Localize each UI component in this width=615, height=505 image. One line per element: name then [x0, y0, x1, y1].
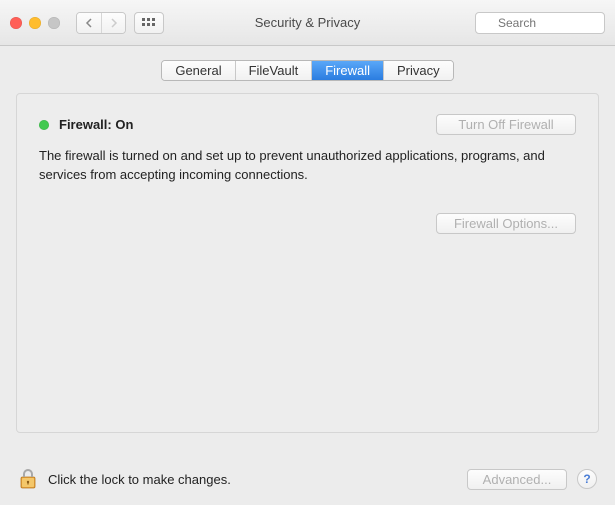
lock-icon[interactable]	[18, 467, 38, 491]
zoom-button[interactable]	[48, 17, 60, 29]
tab-privacy[interactable]: Privacy	[383, 61, 453, 80]
tab-bar: General FileVault Firewall Privacy	[16, 60, 599, 81]
firewall-status-label: Firewall: On	[59, 117, 133, 132]
close-button[interactable]	[10, 17, 22, 29]
footer: Click the lock to make changes. Advanced…	[0, 467, 615, 491]
firewall-description: The firewall is turned on and set up to …	[39, 147, 576, 185]
back-button[interactable]	[77, 13, 101, 33]
chevron-right-icon	[110, 18, 118, 28]
help-button[interactable]: ?	[577, 469, 597, 489]
tab-general[interactable]: General	[162, 61, 234, 80]
grid-icon	[142, 18, 156, 28]
advanced-button[interactable]: Advanced...	[467, 469, 567, 490]
content-area: General FileVault Firewall Privacy Firew…	[0, 46, 615, 433]
minimize-button[interactable]	[29, 17, 41, 29]
show-all-button[interactable]	[134, 12, 164, 34]
traffic-lights	[10, 17, 60, 29]
status-indicator-icon	[39, 120, 49, 130]
tab-filevault[interactable]: FileVault	[235, 61, 312, 80]
firewall-panel: Firewall: On Turn Off Firewall The firew…	[16, 93, 599, 433]
firewall-options-button[interactable]: Firewall Options...	[436, 213, 576, 234]
tab-firewall[interactable]: Firewall	[311, 61, 383, 80]
titlebar: Security & Privacy	[0, 0, 615, 46]
nav-group	[76, 12, 126, 34]
turn-off-firewall-button[interactable]: Turn Off Firewall	[436, 114, 576, 135]
lock-hint-text: Click the lock to make changes.	[48, 472, 457, 487]
chevron-left-icon	[85, 18, 93, 28]
search-input[interactable]	[475, 12, 605, 34]
forward-button[interactable]	[101, 13, 125, 33]
